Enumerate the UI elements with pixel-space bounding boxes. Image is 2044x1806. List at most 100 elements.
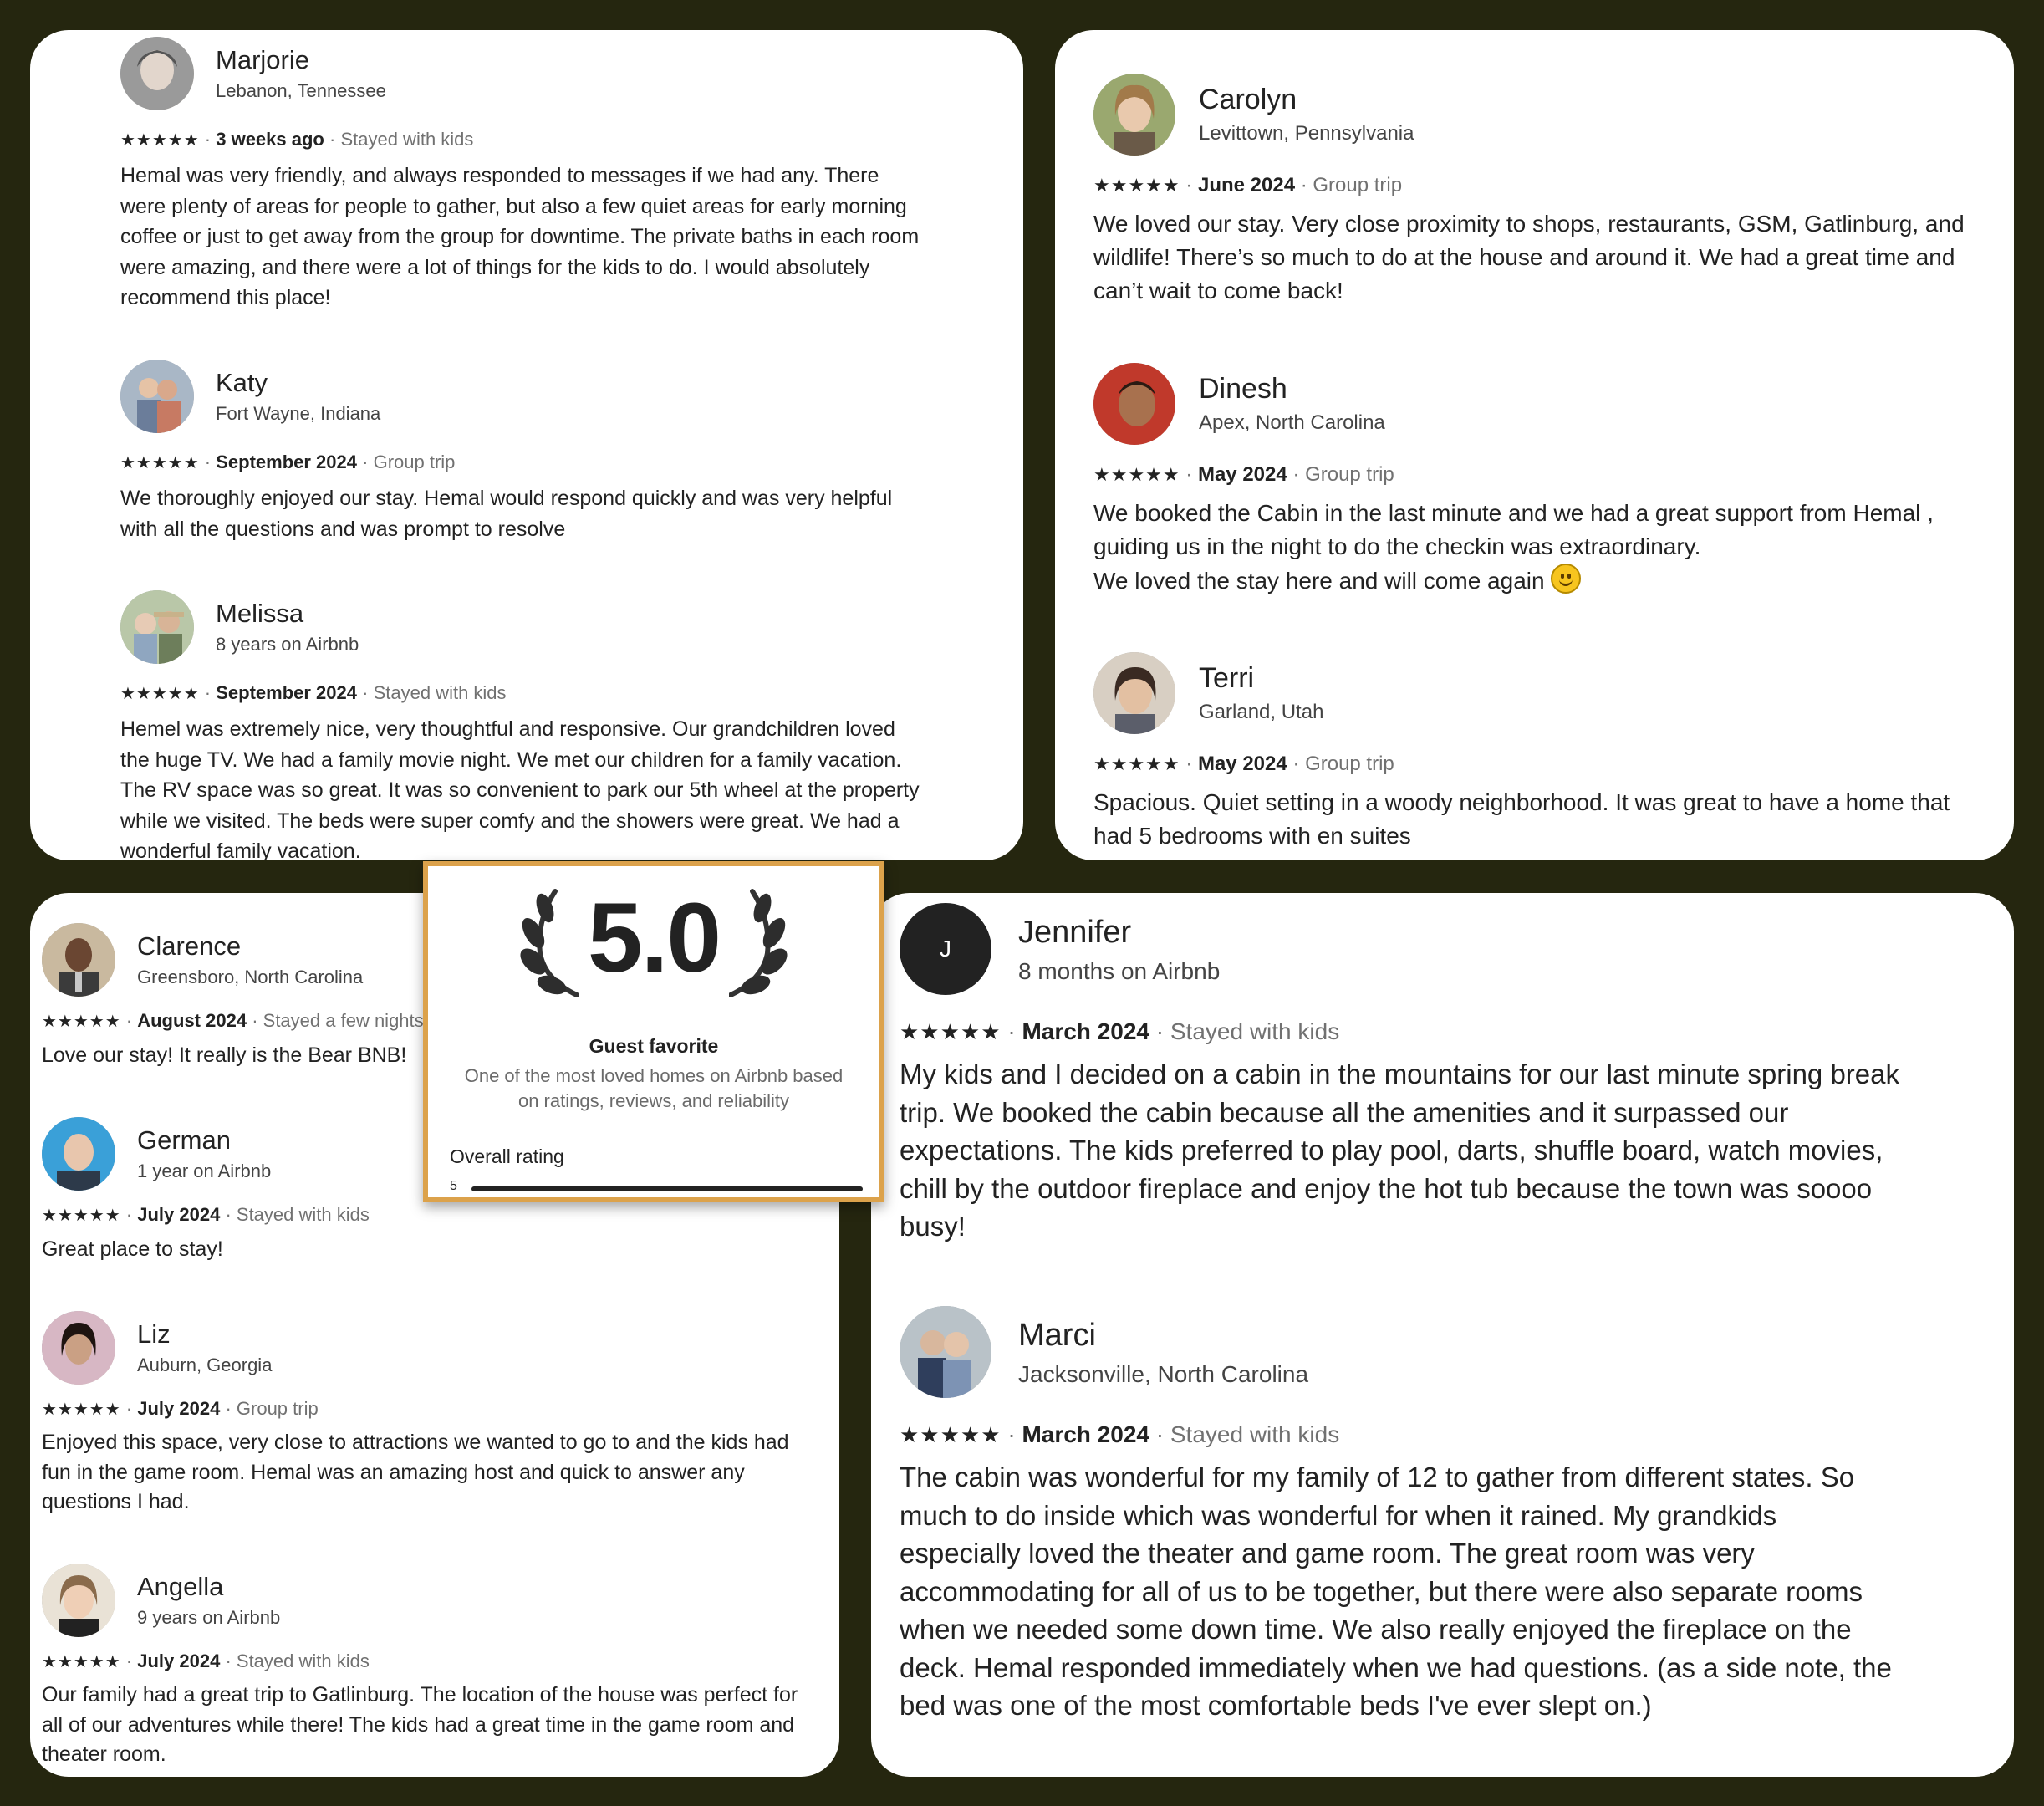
separator: ·	[362, 452, 369, 472]
overall-rating-bar-fill	[471, 1186, 863, 1191]
reviewer-location: Jacksonville, North Carolina	[1018, 1361, 1309, 1387]
trip-type: Stayed with kids	[236, 1204, 370, 1225]
avatar[interactable]	[42, 923, 115, 997]
reviewer-location: 1 year on Airbnb	[137, 1161, 272, 1181]
review-date: May 2024	[1197, 752, 1287, 775]
reviewer-location: 8 years on Airbnb	[216, 634, 359, 655]
avatar[interactable]	[900, 1306, 991, 1398]
review-meta: ★★★★★ · September 2024 · Stayed with kid…	[120, 682, 507, 704]
avatar[interactable]	[42, 1564, 115, 1637]
reviewer-name: Marci	[1018, 1318, 1096, 1353]
reviews-panel-top-left: Marjorie Lebanon, Tennessee ★★★★★ · 3 we…	[30, 30, 1023, 860]
separator: ·	[329, 129, 336, 150]
avatar[interactable]	[1093, 74, 1175, 156]
review-meta: ★★★★★ · March 2024 · Stayed with kids	[900, 1421, 1339, 1448]
separator: ·	[225, 1204, 232, 1225]
review-meta: ★★★★★ · 3 weeks ago · Stayed with kids	[120, 129, 473, 150]
reviewer-name: Angella	[137, 1572, 224, 1601]
review-date: September 2024	[216, 452, 357, 472]
separator: ·	[204, 682, 212, 703]
review-text: My kids and I decided on a cabin in the …	[900, 1059, 1899, 1242]
reviewer-name: Terri	[1199, 662, 1255, 694]
separator: ·	[204, 452, 212, 472]
reviewer-name: Liz	[137, 1319, 171, 1349]
review-meta: ★★★★★ · July 2024 · Stayed with kids	[42, 1650, 370, 1672]
separator: ·	[1155, 1018, 1165, 1044]
reviewer-location: 9 years on Airbnb	[137, 1607, 281, 1628]
review-text: We loved our stay. Very close proximity …	[1093, 211, 1965, 304]
guest-favorite-title: Guest favorite	[589, 1035, 719, 1057]
reviewer-name: German	[137, 1125, 231, 1155]
avatar[interactable]	[1093, 652, 1175, 734]
reviewer-location: Levittown, Pennsylvania	[1199, 122, 1414, 145]
avatar[interactable]	[1093, 363, 1175, 445]
trip-type: Stayed with kids	[340, 129, 474, 150]
reviewer-location: Apex, North Carolina	[1199, 411, 1385, 434]
review-text: We booked the Cabin in the last minute a…	[1093, 497, 1996, 598]
reviewer-name: Jennifer	[1018, 915, 1132, 950]
overall-rating-bar	[471, 1186, 863, 1191]
separator: ·	[1007, 1018, 1016, 1044]
reviewer-location: Garland, Utah	[1199, 701, 1324, 723]
avatar[interactable]	[120, 37, 194, 110]
trip-type: Group trip	[1305, 463, 1394, 486]
reviewer-name: Marjorie	[216, 45, 309, 74]
reviewer-name: Katy	[216, 368, 268, 397]
star-rating-icon: ★★★★★	[42, 1207, 121, 1225]
trip-type: Group trip	[1305, 752, 1394, 775]
separator: ·	[204, 129, 212, 150]
star-rating-icon: ★★★★★	[1093, 753, 1180, 774]
reviewer-name: Carolyn	[1199, 84, 1297, 115]
reviews-panel-bottom-right: J Jennifer 8 months on Airbnb ★★★★★ · Ma…	[871, 893, 2014, 1777]
trip-type: Group trip	[373, 452, 456, 472]
trip-type: Stayed with kids	[236, 1650, 370, 1671]
reviewer-name: Melissa	[216, 599, 304, 628]
trip-type: Stayed with kids	[1170, 1018, 1340, 1044]
trip-type: Group trip	[1313, 174, 1403, 196]
star-rating-icon: ★★★★★	[120, 685, 200, 703]
star-rating-icon: ★★★★★	[42, 1653, 121, 1671]
separator: ·	[125, 1010, 133, 1031]
guest-favorite-description: One of the most loved homes on Airbnb ba…	[464, 1065, 844, 1111]
review-text: Hemal was very friendly, and always resp…	[120, 164, 920, 309]
avatar[interactable]	[120, 360, 194, 433]
separator: ·	[125, 1204, 133, 1225]
review-text: Enjoyed this space, very close to attrac…	[42, 1431, 789, 1513]
avatar[interactable]	[42, 1311, 115, 1385]
rating-score: 5.0	[587, 883, 721, 993]
overall-rating-row-label: 5	[450, 1179, 457, 1193]
review-meta: ★★★★★ · July 2024 · Group trip	[42, 1398, 319, 1420]
avatar[interactable]	[42, 1117, 115, 1191]
separator: ·	[1300, 174, 1307, 196]
avatar[interactable]	[120, 590, 194, 664]
star-rating-icon: ★★★★★	[120, 454, 200, 472]
review-meta: ★★★★★ · September 2024 · Group trip	[120, 452, 455, 473]
separator: ·	[1292, 752, 1300, 775]
review-text: Our family had a great trip to Gatlinbur…	[42, 1683, 798, 1766]
star-rating-icon: ★★★★★	[900, 1019, 1002, 1044]
review-date: June 2024	[1197, 174, 1296, 196]
reviewer-location: Lebanon, Tennessee	[216, 80, 386, 101]
review-text: Hemel was extremely nice, very thoughtfu…	[120, 717, 920, 860]
separator: ·	[225, 1650, 232, 1671]
avatar[interactable]: J	[900, 903, 991, 995]
review-date: May 2024	[1197, 463, 1287, 486]
reviewer-location: Greensboro, North Carolina	[137, 967, 364, 987]
review-meta: ★★★★★ · May 2024 · Group trip	[1093, 463, 1394, 487]
review-text-line-content: We loved the stay here and will come aga…	[1093, 568, 1545, 594]
separator: ·	[1185, 752, 1193, 775]
review-meta: ★★★★★ · March 2024 · Stayed with kids	[900, 1018, 1339, 1045]
star-rating-icon: ★★★★★	[900, 1422, 1002, 1447]
review-date: 3 weeks ago	[216, 129, 324, 150]
separator: ·	[252, 1010, 258, 1031]
guest-favorite-card: 5.0 Guest favorite One of the most loved…	[423, 861, 884, 1202]
trip-type: Stayed a few nights	[263, 1010, 424, 1031]
review-text-line: We booked the Cabin in the last minute a…	[1093, 500, 1934, 559]
star-rating-icon: ★★★★★	[42, 1013, 121, 1031]
separator: ·	[1185, 174, 1193, 196]
review-text: Spacious. Quiet setting in a woody neigh…	[1093, 789, 1950, 849]
review-meta: ★★★★★ · June 2024 · Group trip	[1093, 174, 1402, 197]
review-meta: ★★★★★ · May 2024 · Group trip	[1093, 752, 1394, 776]
review-date: March 2024	[1022, 1421, 1149, 1447]
review-date: August 2024	[137, 1010, 247, 1031]
